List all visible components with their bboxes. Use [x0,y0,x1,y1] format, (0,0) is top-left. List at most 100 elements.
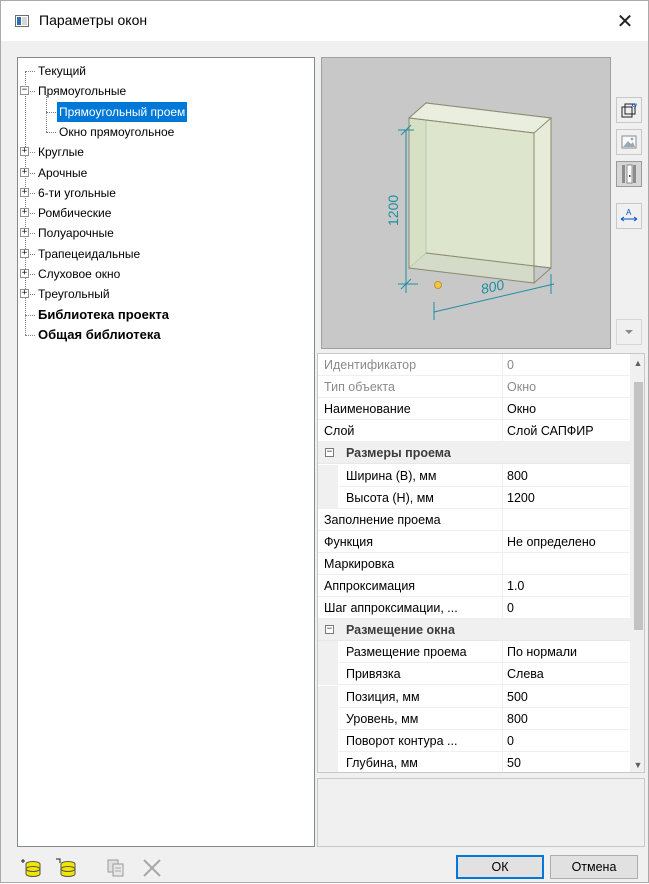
property-name: Размещение проема [346,645,467,660]
tree-item[interactable]: + Арочные [18,163,314,183]
insertion-point-marker [434,281,442,289]
close-button[interactable]: ✕ [602,1,648,41]
property-value[interactable]: Окно [502,398,630,421]
property-row[interactable]: Размещение проема По нормали [318,641,630,664]
tree-item-label: Трапецеидальные [38,246,141,261]
property-category[interactable]: − Размеры проема [318,442,630,465]
tree-item[interactable]: Прямоугольный проем [18,101,314,122]
expand-icon[interactable]: + [20,248,29,258]
tree-item[interactable]: Текущий [18,61,314,81]
window-icon [15,15,29,27]
box-bottom-edge [533,267,552,284]
property-value[interactable]: По нормали [502,641,630,664]
property-value[interactable]: 0 [502,729,630,752]
property-row[interactable]: Уровень, мм 800 [318,707,630,730]
open-library-button[interactable] [51,854,81,882]
property-name: Привязка [346,667,401,682]
tree-item[interactable]: + Трапецеидальные [18,244,314,264]
property-value[interactable]: Слева [502,663,630,686]
show-image-button[interactable] [616,129,642,155]
expand-icon[interactable]: + [20,289,29,299]
property-row[interactable]: Слой Слой САПФИР [318,420,630,443]
property-indent-band [318,751,338,772]
property-value[interactable]: 50 [502,751,630,772]
property-row[interactable]: Высота (H), мм 1200 [318,486,630,509]
property-value[interactable]: 0 [502,354,630,376]
delete-library-button[interactable] [137,854,167,882]
property-row[interactable]: Глубина, мм 50 [318,751,630,772]
property-name: Поворот контура ... [346,733,458,748]
tree-item[interactable]: Общая библиотека [18,325,314,345]
property-row[interactable]: Аппроксимация 1.0 [318,575,630,597]
dimension-button[interactable]: A [616,203,642,229]
property-row[interactable]: Маркировка [318,552,630,575]
property-value[interactable]: 800 [502,464,630,487]
window-type-tree[interactable]: Текущий − Прямоугольные Прямоугольный проем… [17,57,315,847]
collapse-icon[interactable]: − [325,448,334,458]
property-value[interactable] [502,508,630,531]
property-indent-band [318,685,338,708]
property-row[interactable]: Заполнение проема [318,508,630,531]
property-row[interactable]: Позиция, мм 500 [318,685,630,708]
expand-icon[interactable]: + [20,167,29,177]
property-name: Тип объекта [324,380,395,395]
property-value[interactable]: 500 [502,685,630,708]
property-indent-band [318,486,338,509]
add-library-button[interactable] [17,854,47,882]
property-row[interactable]: Поворот контура ... 0 [318,729,630,752]
property-name: Слой [324,424,355,439]
property-value[interactable] [502,552,630,575]
collapse-icon[interactable]: − [20,86,29,96]
expand-icon[interactable]: + [20,228,29,238]
property-indent-band [318,464,338,487]
tree-item[interactable]: + Треугольный [18,284,314,304]
scroll-down-arrow[interactable]: ▼ [630,756,644,772]
dimension-icon: A [620,208,638,222]
tree-item[interactable]: Библиотека проекта [18,305,314,325]
tree-item[interactable]: +6-ти угольные [18,183,314,203]
property-row[interactable]: Функция Не определено [318,530,630,553]
property-name: Идентификатор [324,358,417,372]
tree-item[interactable]: Окно прямоугольное [18,122,314,142]
expand-icon[interactable]: + [20,208,29,218]
ok-button[interactable]: ОК [456,855,544,879]
property-value[interactable]: 1.0 [502,575,630,597]
property-value[interactable]: 800 [502,707,630,730]
expand-icon[interactable]: + [20,147,29,157]
cancel-button[interactable]: Отмена [550,855,638,879]
preview-scroll-button[interactable] [616,319,642,345]
tree-item-label: Арочные [38,165,88,180]
property-category-label: Размеры проема [346,446,451,461]
tree-item[interactable]: − Прямоугольные [18,81,314,101]
svg-text:A: A [626,208,632,217]
wall-section-button[interactable] [616,161,642,187]
property-row[interactable]: Наименование Окно [318,398,630,421]
property-value[interactable]: 0 [502,597,630,620]
property-row[interactable]: Привязка Слева [318,663,630,686]
tree-item-label: Круглые [38,145,84,160]
copy-library-button[interactable] [101,854,131,882]
expand-icon[interactable]: + [20,187,29,197]
scroll-up-arrow[interactable]: ▲ [630,354,644,372]
expand-icon[interactable]: + [20,269,29,278]
property-row[interactable]: Идентификатор 0 [318,354,630,376]
property-name: Аппроксимация [324,579,416,593]
property-row[interactable]: Шаг аппроксимации, ... 0 [318,597,630,620]
scroll-thumb[interactable] [634,382,643,630]
property-value[interactable]: Окно [502,376,630,399]
property-value[interactable]: Не определено [502,530,630,553]
collapse-icon[interactable]: − [325,625,334,635]
tree-item[interactable]: + Полуарочные [18,223,314,243]
property-row[interactable]: Ширина (B), мм 800 [318,464,630,487]
property-value[interactable]: Слой САПФИР [502,420,630,443]
property-value[interactable]: 1200 [502,486,630,509]
property-grid-scrollbar[interactable]: ▲ ▼ [630,354,644,772]
tree-item[interactable]: + Круглые [18,142,314,162]
tree-item[interactable]: + Ромбические [18,203,314,223]
view-xy-button[interactable]: xy [616,97,642,123]
property-row[interactable]: Тип объекта Окно [318,376,630,399]
bottom-bar: ОК Отмена [1,851,649,884]
property-grid[interactable]: ▲ ▼ Идентификатор 0 Тип объекта Окно Наимено… [317,353,645,773]
tree-item[interactable]: + Слуховое окно [18,264,314,284]
property-category[interactable]: − Размещение окна [318,619,630,642]
